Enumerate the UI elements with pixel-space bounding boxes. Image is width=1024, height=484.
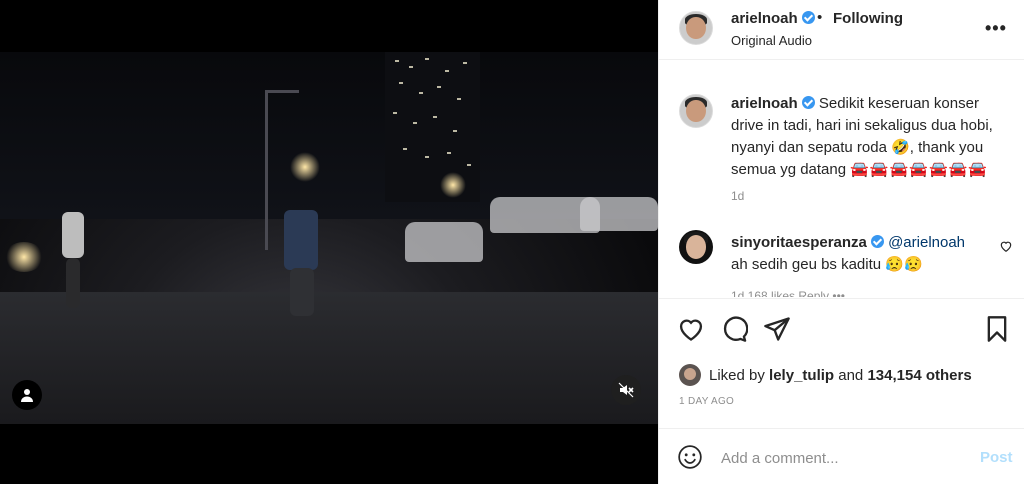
likes-count-link[interactable]: 134,154 others	[867, 367, 971, 384]
like-comment-heart-icon[interactable]	[999, 239, 1013, 253]
caption-avatar[interactable]	[679, 94, 713, 128]
paper-plane-icon	[764, 317, 790, 341]
comment-mention[interactable]: @arielnoah	[888, 234, 965, 251]
post-sidebar: arielnoah • Following Original Audio •••…	[658, 0, 1024, 484]
bookmark-icon	[987, 316, 1007, 342]
bystander	[62, 212, 84, 258]
car	[580, 197, 658, 231]
verified-badge-icon	[801, 96, 815, 109]
post-header: arielnoah • Following Original Audio •••	[659, 0, 1024, 60]
verified-badge-icon	[801, 11, 815, 24]
car	[405, 222, 483, 262]
like-button[interactable]	[677, 315, 707, 345]
comments-section[interactable]: arielnoah Sedikit keseruan konser drive …	[659, 61, 1024, 297]
commenter-avatar[interactable]	[679, 230, 713, 264]
more-options-icon[interactable]: •••	[985, 18, 1007, 39]
save-button[interactable]	[983, 315, 1013, 345]
author-username[interactable]: arielnoah	[731, 10, 815, 27]
original-audio-link[interactable]: Original Audio	[731, 33, 812, 48]
post-comment-button[interactable]: Post	[980, 449, 1013, 466]
likes-summary: Liked by lely_tulip and 134,154 others	[679, 363, 972, 387]
comment-meta: 1d 168 likes Reply •••	[731, 289, 845, 297]
tagged-users-button[interactable]	[12, 380, 42, 410]
user-icon	[21, 389, 33, 402]
street-lamp	[265, 90, 299, 250]
heart-icon	[679, 319, 703, 341]
building	[385, 52, 480, 202]
comment-bubble-icon	[723, 316, 749, 342]
comment-input[interactable]	[721, 447, 961, 469]
following-button[interactable]: Following	[833, 10, 903, 27]
verified-badge-icon	[870, 235, 884, 248]
action-bar: Liked by lely_tulip and 134,154 others 1…	[659, 298, 1024, 428]
post-timestamp[interactable]: 1 DAY AGO	[679, 396, 734, 407]
post-video[interactable]	[0, 0, 658, 484]
share-button[interactable]	[763, 315, 793, 345]
comment: sinyoritaesperanza @arielnoah ah sedih g…	[731, 232, 993, 276]
mute-button[interactable]	[611, 375, 641, 405]
caption-car-emojis: 🚘🚘🚘🚘🚘🚘🚘	[850, 161, 988, 178]
skater	[284, 210, 318, 270]
video-frame	[0, 52, 658, 424]
caption-timestamp[interactable]: 1d	[731, 189, 744, 203]
road	[0, 292, 658, 424]
emoji-icon[interactable]	[677, 444, 703, 470]
caption: arielnoah Sedikit keseruan konser drive …	[731, 93, 1011, 181]
liker-avatar[interactable]	[679, 364, 701, 386]
comment-button[interactable]	[720, 315, 750, 345]
comment-text: ah sedih geu bs kaditu 😥😥	[731, 256, 923, 273]
separator-dot: •	[817, 9, 823, 26]
comment-composer: Post	[659, 428, 1024, 484]
liker-username[interactable]: lely_tulip	[769, 367, 834, 384]
speaker-muted-icon	[618, 382, 634, 398]
commenter-username[interactable]: sinyoritaesperanza	[731, 234, 867, 251]
avatar[interactable]	[679, 11, 713, 45]
caption-username[interactable]: arielnoah	[731, 95, 798, 112]
